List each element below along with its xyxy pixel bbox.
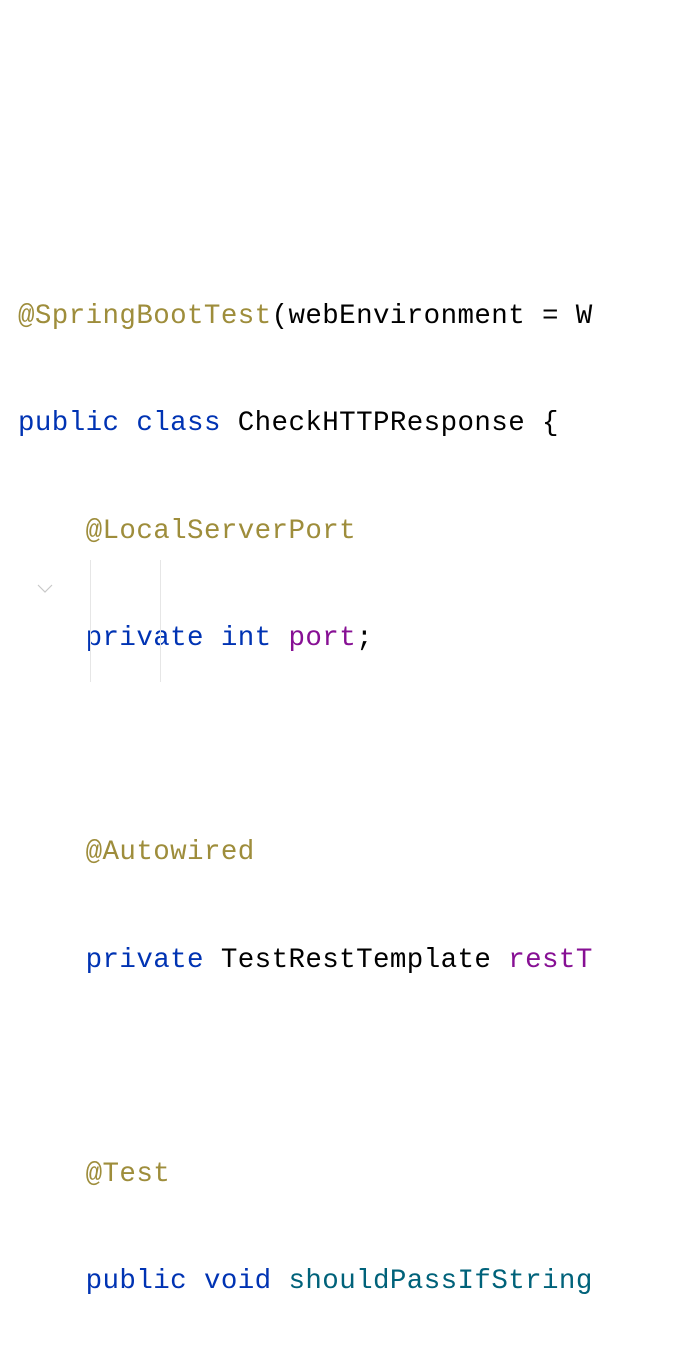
code-line-blank-1 <box>18 719 680 773</box>
brace-open: { <box>525 408 559 439</box>
code-line-7: @Test <box>18 1148 680 1202</box>
code-editor[interactable]: @SpringBootTest(webEnvironment = W publi… <box>18 237 680 1364</box>
fold-gutter-icon[interactable] <box>0 512 22 534</box>
semicolon: ; <box>356 623 373 654</box>
code-line-6: private TestRestTemplate restT <box>18 934 680 988</box>
kw-private: private <box>86 945 204 976</box>
classname: CheckHTTPResponse <box>238 408 525 439</box>
method-shouldpass: shouldPassIfString <box>288 1266 592 1297</box>
indent-guide-2 <box>160 560 161 682</box>
kw-int: int <box>221 623 272 654</box>
indent-guide-1 <box>90 560 91 682</box>
annotation-localserverport: @LocalServerPort <box>86 516 356 547</box>
code-line-9: assertThat(this.restTempla <box>18 1363 680 1364</box>
param-text: webEnvironment = W <box>288 301 592 332</box>
code-line-3: @LocalServerPort <box>18 505 680 559</box>
kw-void: void <box>204 1266 272 1297</box>
field-port: port <box>288 623 356 654</box>
chevron-down-icon <box>34 577 56 599</box>
code-line-8: public void shouldPassIfString <box>18 1255 680 1309</box>
code-line-blank-2 <box>18 1041 680 1095</box>
code-line-5: @Autowired <box>18 826 680 880</box>
annotation-autowired: @Autowired <box>86 837 255 868</box>
type-testresttemplate: TestRestTemplate <box>221 945 491 976</box>
kw-private: private <box>86 623 204 654</box>
field-rest: restT <box>508 945 593 976</box>
annotation-test: @Test <box>86 1159 171 1190</box>
paren-open: ( <box>272 301 289 332</box>
annotation-springboottest: @SpringBootTest <box>18 301 272 332</box>
code-line-1: @SpringBootTest(webEnvironment = W <box>18 290 680 344</box>
kw-public: public <box>86 1266 187 1297</box>
kw-class: class <box>136 408 221 439</box>
kw-public: public <box>18 408 119 439</box>
code-line-4: private int port; <box>18 612 680 666</box>
code-line-2: public class CheckHTTPResponse { <box>18 397 680 451</box>
